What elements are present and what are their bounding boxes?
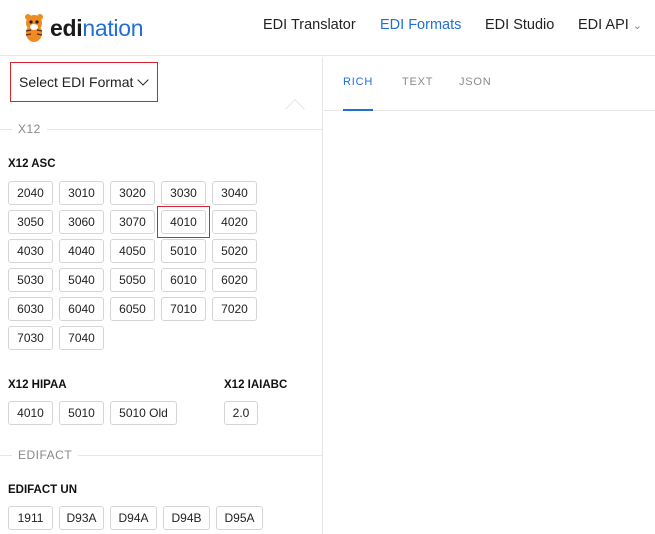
version-chip-x12-asc-4030[interactable]: 4030 [8,239,53,263]
version-chip-edifact-un-d94b[interactable]: D94B [163,506,210,530]
version-chip-x12-asc-6040[interactable]: 6040 [59,297,104,321]
tiger-mascot-icon [22,13,46,43]
version-chip-x12-asc-3030[interactable]: 3030 [161,181,206,205]
section-label-edifact: EDIFACT [12,448,79,462]
section-label-x12: X12 [12,122,47,136]
version-chip-x12-asc-7030[interactable]: 7030 [8,326,53,350]
version-chip-x12-hipaa-5010[interactable]: 5010 [59,401,104,425]
version-chip-x12-asc-7010[interactable]: 7010 [161,297,206,321]
group-title-edifact-un: EDIFACT UN [8,484,77,496]
version-chip-x12-asc-5050[interactable]: 5050 [110,268,155,292]
tab-json[interactable]: JSON [459,76,492,88]
popover-caret [285,99,305,119]
version-chip-x12-asc-6020[interactable]: 6020 [212,268,257,292]
version-chip-x12-asc-3040[interactable]: 3040 [212,181,257,205]
logo-text-nation: nation [82,15,144,41]
version-chip-edifact-un-1911[interactable]: 1911 [8,506,53,530]
version-chip-x12-asc-5020[interactable]: 5020 [212,239,257,263]
version-chip-x12-asc-5010[interactable]: 5010 [161,239,206,263]
version-chip-x12-asc-4040[interactable]: 4040 [59,239,104,263]
select-edi-format-dropdown[interactable]: Select EDI Format [10,62,158,102]
view-tabs: RICH TEXT JSON [324,57,655,111]
chevron-down-icon [137,74,150,86]
active-tab-indicator [343,109,373,111]
version-chip-x12-hipaa-5010-old[interactable]: 5010 Old [110,401,177,425]
version-chip-edifact-un-d95a[interactable]: D95A [216,506,263,530]
version-chip-x12-asc-5030[interactable]: 5030 [8,268,53,292]
version-chip-x12-asc-6030[interactable]: 6030 [8,297,53,321]
version-chip-x12-asc-4050[interactable]: 4050 [110,239,155,263]
version-chip-x12-asc-7040[interactable]: 7040 [59,326,104,350]
nav-edi-translator[interactable]: EDI Translator [263,16,356,34]
version-chip-x12-asc-3060[interactable]: 3060 [59,210,104,234]
version-chip-x12-asc-3010[interactable]: 3010 [59,181,104,205]
edination-logo[interactable]: edination [22,13,144,43]
version-chip-edifact-un-d94a[interactable]: D94A [110,506,157,530]
group-title-x12-asc: X12 ASC [8,158,56,170]
selected-version-highlight [157,206,210,238]
version-chip-x12-asc-4020[interactable]: 4020 [212,210,257,234]
select-edi-format-label: Select EDI Format [19,74,134,90]
version-chip-x12-asc-7020[interactable]: 7020 [212,297,257,321]
version-chip-x12-iaiabc-2.0[interactable]: 2.0 [224,401,258,425]
version-chip-x12-asc-5040[interactable]: 5040 [59,268,104,292]
group-title-x12-iaiabc: X12 IAIABC [224,379,288,391]
version-chip-x12-asc-3050[interactable]: 3050 [8,210,53,234]
nav-edi-api-label: EDI API [578,17,629,33]
nav-edi-formats[interactable]: EDI Formats [380,16,461,34]
nav-edi-studio[interactable]: EDI Studio [485,16,554,34]
group-title-x12-hipaa: X12 HIPAA [8,379,67,391]
top-header: edination EDI Translator EDI Formats EDI… [0,0,655,56]
version-chip-x12-hipaa-4010[interactable]: 4010 [8,401,53,425]
version-chip-x12-asc-2040[interactable]: 2040 [8,181,53,205]
version-chip-x12-asc-3070[interactable]: 3070 [110,210,155,234]
version-chip-edifact-un-d93a[interactable]: D93A [59,506,104,530]
version-chip-x12-asc-6050[interactable]: 6050 [110,297,155,321]
logo-text-edi: edi [50,15,83,41]
section-divider [0,129,322,130]
version-chip-x12-asc-6010[interactable]: 6010 [161,268,206,292]
version-chip-x12-asc-3020[interactable]: 3020 [110,181,155,205]
tab-rich[interactable]: RICH [343,76,373,88]
logo-wordmark: edination [50,14,144,42]
tab-text[interactable]: TEXT [402,76,433,88]
nav-edi-api[interactable]: EDI API ⌄ [578,16,642,35]
chevron-down-icon: ⌄ [632,20,642,32]
format-list-panel: Select EDI Format X12 X12 ASC 2040 3010 30… [0,57,323,534]
